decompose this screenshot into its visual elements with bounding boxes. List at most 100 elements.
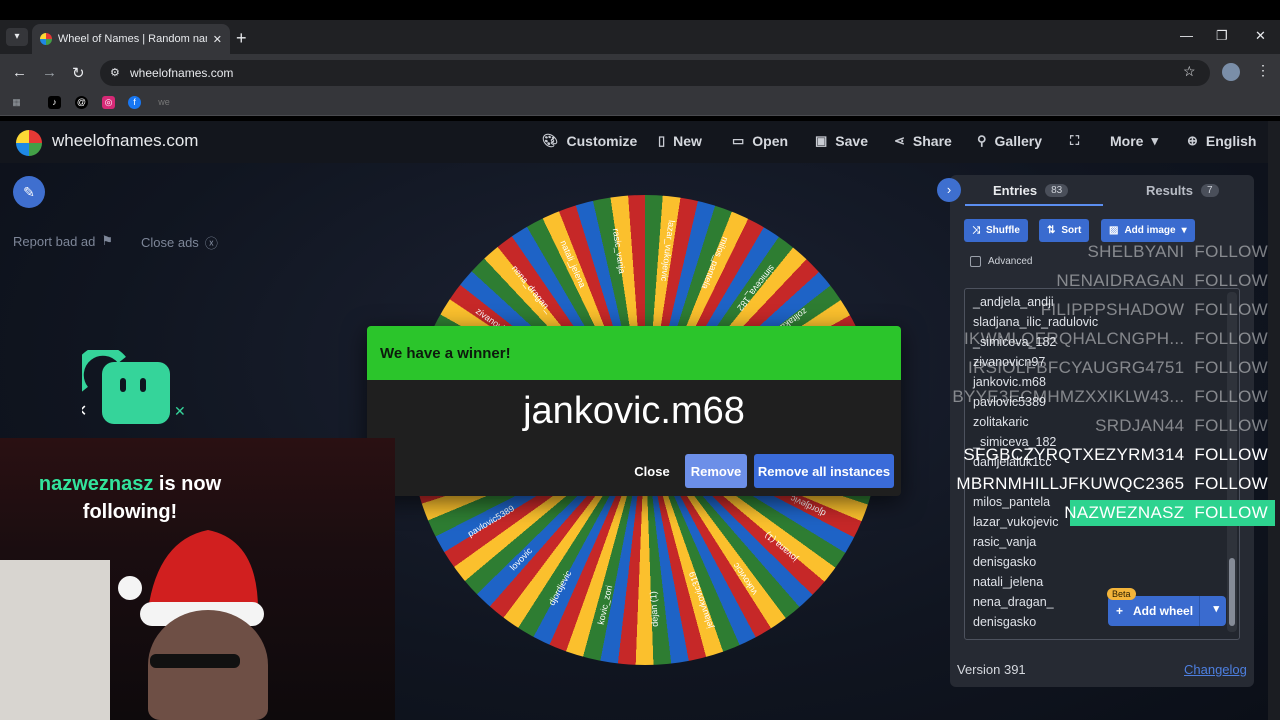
profile-avatar[interactable] — [1222, 63, 1240, 81]
tab-search-button[interactable]: ▾ — [6, 28, 28, 46]
add-wheel-button[interactable]: + Add wheel ▾ — [1108, 596, 1226, 626]
more-label: More — [1110, 133, 1144, 149]
ticker-username: NAZWEZNASZ — [1064, 503, 1185, 522]
ticker-follow-tag: FOLLOW — [1194, 329, 1268, 348]
entries-count-badge: 83 — [1045, 184, 1069, 197]
new-button[interactable]: ▯ New — [658, 133, 702, 149]
site-info-icon[interactable]: ⚙ — [110, 66, 120, 79]
browser-menu-icon[interactable]: ⋮ — [1256, 62, 1270, 79]
open-label: Open — [752, 133, 789, 149]
ticker-row: IRSIOLFBFCYAUGRG4751 FOLLOW — [968, 358, 1268, 378]
we-bookmark[interactable]: we — [155, 96, 173, 109]
page-scrollbar[interactable] — [1268, 121, 1280, 720]
entry-line[interactable]: milos_pantela — [973, 495, 1050, 509]
chevron-down-icon[interactable]: ▾ — [1213, 602, 1219, 615]
image-icon: ▨ — [1109, 225, 1119, 236]
browser-tab[interactable]: Wheel of Names | Random name ✕ — [32, 24, 230, 54]
changelog-link[interactable]: Changelog — [1184, 662, 1247, 677]
new-label: New — [673, 133, 702, 149]
apps-grid-icon[interactable]: ▦ — [10, 96, 23, 109]
close-dialog-button[interactable]: Close — [625, 454, 679, 488]
threads-bookmark-icon[interactable]: @ — [75, 96, 88, 109]
remove-button[interactable]: Remove — [685, 454, 747, 488]
ticker-follow-tag: FOLLOW — [1194, 445, 1268, 464]
facebook-bookmark-icon[interactable]: f — [128, 96, 141, 109]
svg-text:✕: ✕ — [82, 401, 87, 420]
ticker-row: NAZWEZNASZ FOLLOW — [1064, 503, 1268, 523]
entry-line[interactable]: natali_jelena — [973, 575, 1043, 589]
remove-all-instances-button[interactable]: Remove all instances — [754, 454, 894, 488]
entries-scroll-thumb[interactable] — [1229, 558, 1235, 626]
ticker-username: NENAIDRAGAN — [1056, 271, 1185, 290]
close-ads-label: Close ads — [141, 235, 199, 250]
gallery-button[interactable]: ⚲ Gallery — [977, 133, 1042, 149]
dialog-header: We have a winner! — [367, 326, 901, 380]
ticker-row: NENAIDRAGAN FOLLOW — [1056, 271, 1268, 291]
tab-title: Wheel of Names | Random name — [57, 33, 207, 45]
share-button[interactable]: ⋖ Share — [894, 133, 952, 149]
reload-button[interactable]: ↻ — [72, 64, 85, 82]
ticker-row: FILIPPPSHADOW FOLLOW — [1041, 300, 1268, 320]
share-icon: ⋖ — [894, 133, 905, 148]
edit-pencil-button[interactable]: ✎ — [13, 176, 45, 208]
entry-line[interactable]: nena_dragan_ — [973, 595, 1054, 609]
instagram-bookmark-icon[interactable]: ◎ — [102, 96, 115, 109]
ticker-row: SFGBCZYRQTXEZYRM314 FOLLOW — [963, 445, 1268, 465]
close-window-button[interactable]: ✕ — [1255, 28, 1266, 44]
file-icon: ▯ — [658, 133, 666, 148]
winner-name: jankovic.m68 — [523, 390, 745, 432]
add-image-button[interactable]: ▨ Add image ▾ — [1101, 219, 1195, 242]
back-button[interactable]: ← — [12, 64, 27, 81]
ticker-username: SFGBCZYRQTXEZYRM314 — [963, 445, 1185, 464]
shuffle-button[interactable]: ⤨ Shuffle — [964, 219, 1028, 242]
minimize-button[interactable]: — — [1180, 28, 1193, 43]
plus-icon: + — [1116, 604, 1124, 618]
advanced-label: Advanced — [988, 256, 1033, 267]
sort-icon: ⇅ — [1047, 225, 1056, 236]
new-tab-button[interactable]: + — [236, 28, 247, 49]
ticker-username: IRSIOLFBFCYAUGRG4751 — [968, 358, 1185, 377]
bookmark-star-icon[interactable]: ☆ — [1183, 63, 1196, 80]
report-bad-ad-link[interactable]: Report bad ad ⚑ — [13, 233, 113, 249]
tab-entries[interactable]: Entries 83 — [993, 183, 1069, 198]
entries-tab-label: Entries — [993, 183, 1038, 198]
beta-badge: Beta — [1107, 588, 1136, 600]
ticker-follow-tag: FOLLOW — [1194, 242, 1268, 261]
save-icon: ▣ — [815, 133, 828, 148]
tab-results[interactable]: Results 7 — [1146, 183, 1219, 198]
restore-button[interactable]: ❐ — [1216, 28, 1228, 44]
advanced-checkbox[interactable] — [970, 256, 981, 267]
ticker-row: MBRNMHILLJFKUWQC2365 FOLLOW — [956, 474, 1268, 494]
customize-button[interactable]: 🎨︎ Customize — [542, 133, 637, 149]
fullscreen-button[interactable]: ⛶ — [1070, 133, 1079, 149]
report-ad-label: Report bad ad — [13, 233, 96, 249]
ticker-username: SHELBYANI — [1087, 242, 1185, 261]
collapse-panel-button[interactable]: › — [937, 178, 961, 202]
entry-line[interactable]: lazar_vukojevic — [973, 515, 1058, 529]
wheel-logo-icon[interactable] — [16, 130, 42, 156]
ticker-username: SRDJAN44 — [1095, 416, 1185, 435]
close-ads-link[interactable]: Close ads ⓧ — [141, 233, 218, 252]
flag-icon: ⚑ — [101, 233, 114, 248]
close-tab-icon[interactable]: ✕ — [213, 33, 222, 46]
search-icon: ⚲ — [977, 133, 987, 148]
sort-label: Sort — [1061, 225, 1082, 236]
ticker-row: IKWMLQERQHALCNGPH... FOLLOW — [964, 329, 1268, 349]
forward-button[interactable]: → — [42, 64, 57, 81]
entry-line[interactable]: denisgasko — [973, 615, 1036, 629]
advanced-toggle[interactable]: Advanced — [970, 256, 1032, 267]
entry-line[interactable]: rasic_vanja — [973, 535, 1036, 549]
entry-line[interactable]: zolitakaric — [973, 415, 1029, 429]
open-button[interactable]: ▭ Open — [732, 133, 788, 149]
language-button[interactable]: ⊕ English — [1187, 133, 1256, 149]
ticker-follow-tag: FOLLOW — [1194, 300, 1268, 319]
more-button[interactable]: More ▾ — [1110, 133, 1158, 149]
share-label: Share — [912, 133, 952, 149]
bookmarks-bar — [0, 90, 1280, 116]
sort-button[interactable]: ⇅ Sort — [1039, 219, 1090, 242]
save-button[interactable]: ▣ Save — [815, 133, 868, 149]
site-logo-text[interactable]: wheelofnames.com — [52, 131, 198, 151]
entry-line[interactable]: denisgasko — [973, 555, 1036, 569]
tiktok-bookmark-icon[interactable]: ♪ — [48, 96, 61, 109]
address-bar[interactable]: wheelofnames.com — [100, 60, 1210, 86]
